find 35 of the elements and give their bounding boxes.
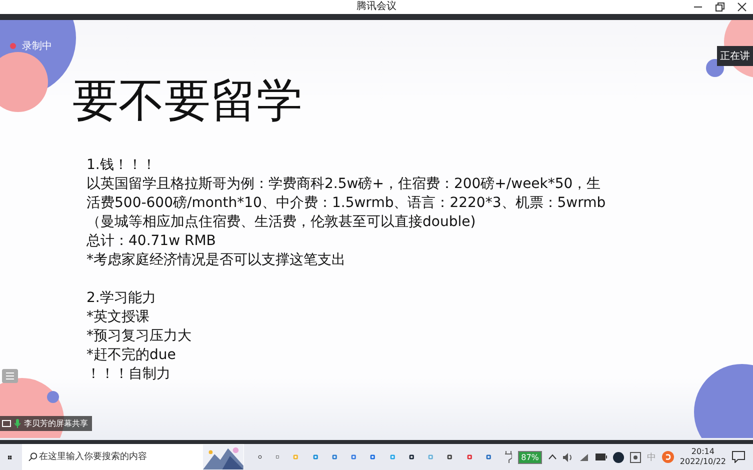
clock-date: 2022/10/22 [680,457,726,467]
section-heading: 1.钱！！！ [86,156,157,175]
notification-icon[interactable] [732,451,745,463]
dot-icon [706,59,724,77]
slide-text: 以英国留学且格拉斯哥为例：学费商科2.5w磅+，住宿费：200磅+/week*50，生活费500-600磅/month*10、中介费：1.5wrmb、语言：2220*3、机票：5wrmb（曼城等相应加点住宿费、生活费，伦敦甚至可以直接double) [86,175,607,232]
screen-share-label: 李贝芳的屏幕共享 [24,418,88,429]
input-method-icon[interactable] [662,451,674,463]
battery-level: 87% [518,450,542,464]
input-method-indicator[interactable]: 中 [646,450,656,464]
list-toggle-icon[interactable] [2,369,18,383]
battery-icon[interactable] [594,453,607,461]
slide-text: ！！！自制力 [86,365,172,384]
recording-label: 录制中 [22,40,52,53]
search-input[interactable]: 在这里输入你要搜索的内容 [39,448,202,466]
microphone-icon [14,419,21,428]
window-title: 腾讯会议 [356,1,396,13]
slide-text: *赶不完的due [86,346,177,365]
slide-text: *考虑家庭经济情况是否可以支撑这笔支出 [86,251,346,270]
search-icon [28,452,38,462]
chevron-up-icon[interactable] [548,454,557,460]
slide-text: *预习复习压力大 [86,327,192,346]
restore-icon[interactable] [715,2,725,12]
screen-icon [2,420,11,428]
slide-text: *英文授课 [86,308,150,327]
clock-time: 20:14 [691,447,714,457]
search-field[interactable]: 在这里输入你要搜索的内容 [22,444,244,470]
section-heading: 2.学习能力 [86,289,157,308]
slide-title: 要不要留学 [72,72,304,128]
dot-icon [46,391,58,403]
close-icon[interactable] [737,2,747,12]
speaker-tag: 正在讲 [717,46,753,66]
app-icon[interactable] [630,452,641,462]
speaker-icon[interactable] [562,452,573,462]
plug-icon [505,451,512,463]
slide-text: 总计：40.71w RMB [86,232,217,251]
